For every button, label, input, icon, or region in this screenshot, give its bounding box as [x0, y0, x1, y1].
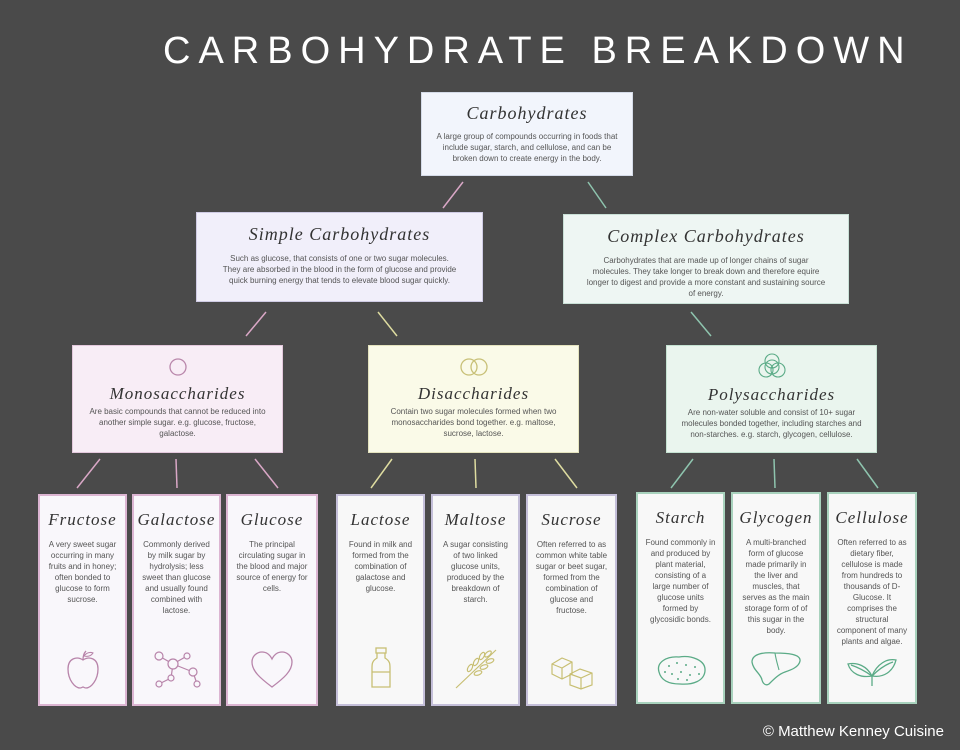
heart-icon	[251, 651, 293, 688]
connector-simple-di	[377, 311, 398, 337]
glycogen-desc: A multi-branched form of glucose made pr…	[742, 538, 810, 635]
connector-poly-cellulose	[856, 458, 879, 489]
connector-poly-glycogen	[773, 458, 776, 489]
starch-desc: Found commonly in and produced by plant …	[645, 538, 716, 624]
maltose-card: Maltose A sugar consisting of two linked…	[431, 494, 520, 706]
sucrose-title: Sucrose	[541, 510, 602, 529]
complex-carbohydrates-box: Complex Carbohydrates Carbohydrates that…	[563, 214, 849, 304]
connector-complex-poly	[690, 311, 712, 337]
connector-mono-fructose	[76, 458, 101, 489]
sugar-cubes-icon	[550, 657, 593, 690]
sucrose-desc: Often referred to as common white table …	[535, 540, 608, 615]
cellulose-title: Cellulose	[835, 508, 909, 527]
connector-root-simple	[442, 181, 464, 209]
carbohydrates-title: Carbohydrates	[466, 103, 588, 123]
connector-root-complex	[587, 181, 607, 209]
polysaccharides-desc: Are non-water soluble and consist of 10+…	[681, 408, 862, 439]
milk-bottle-icon	[370, 647, 391, 688]
double-circle-icon	[459, 358, 488, 376]
liver-icon	[751, 652, 801, 686]
connector-simple-mono	[245, 311, 267, 337]
simple-carbohydrates-desc: Such as glucose, that consists of one or…	[222, 254, 457, 285]
leaves-icon	[847, 658, 897, 686]
polysaccharides-box: Polysaccharides Are non-water soluble an…	[666, 345, 877, 453]
carbohydrates-desc: A large group of compounds occurring in …	[436, 132, 618, 163]
connector-di-lactose	[370, 458, 393, 489]
single-circle-icon	[168, 358, 187, 376]
complex-carbohydrates-desc: Carbohydrates that are made up of longer…	[586, 256, 826, 298]
connector-di-maltose	[474, 458, 477, 489]
connector-mono-glucose	[254, 458, 279, 489]
maltose-title: Maltose	[444, 510, 507, 529]
disaccharides-box: Disaccharides Contain two sugar molecule…	[368, 345, 579, 453]
galactose-desc: Commonly derived by milk sugar by hydrol…	[142, 540, 211, 615]
lactose-title: Lactose	[350, 510, 411, 529]
polysaccharides-title: Polysaccharides	[707, 385, 836, 404]
fructose-card: Fructose A very sweet sugar occurring in…	[38, 494, 127, 706]
lactose-desc: Found in milk and formed from the combin…	[348, 540, 413, 593]
disaccharides-title: Disaccharides	[417, 384, 530, 403]
apple-icon	[66, 650, 99, 689]
disaccharides-desc: Contain two sugar molecules formed when …	[390, 407, 557, 438]
complex-carbohydrates-title: Complex Carbohydrates	[607, 226, 805, 246]
monosaccharides-desc: Are basic compounds that cannot be reduc…	[89, 407, 266, 438]
starch-title: Starch	[655, 508, 706, 527]
maltose-desc: A sugar consisting of two linked glucose…	[443, 540, 508, 604]
sucrose-card: Sucrose Often referred to as common whit…	[526, 494, 617, 706]
glucose-title: Glucose	[240, 510, 304, 529]
copyright-text: © Matthew Kenney Cuisine	[762, 723, 944, 740]
glucose-card: Glucose The principal circulating sugar …	[226, 494, 318, 706]
monosaccharides-box: Monosaccharides Are basic compounds that…	[72, 345, 283, 453]
potato-icon	[657, 655, 706, 685]
monosaccharides-title: Monosaccharides	[109, 384, 246, 403]
galactose-card: Galactose Commonly derived by milk sugar…	[132, 494, 221, 706]
simple-carbohydrates-title: Simple Carbohydrates	[248, 224, 431, 244]
molecule-icon	[153, 651, 201, 688]
fructose-desc: A very sweet sugar occurring in many fru…	[48, 540, 117, 604]
carbohydrates-box: Carbohydrates A large group of compounds…	[421, 92, 633, 176]
simple-carbohydrates-box: Simple Carbohydrates Such as glucose, th…	[196, 212, 483, 302]
connector-di-sucrose	[554, 458, 578, 489]
glycogen-title: Glycogen	[739, 508, 813, 527]
wheat-icon	[455, 649, 496, 689]
cellulose-card: Cellulose Often referred to as dietary f…	[827, 492, 917, 704]
glycogen-card: Glycogen A multi-branched form of glucos…	[731, 492, 821, 704]
multi-circle-icon	[757, 353, 786, 378]
connector-mono-galactose	[175, 458, 178, 489]
cellulose-desc: Often referred to as dietary fiber, cell…	[836, 538, 908, 646]
glucose-desc: The principal circulating sugar in the b…	[236, 540, 308, 593]
galactose-title: Galactose	[137, 510, 216, 529]
starch-card: Starch Found commonly in and produced by…	[636, 492, 725, 704]
connector-poly-starch	[670, 458, 694, 489]
fructose-title: Fructose	[48, 510, 117, 529]
lactose-card: Lactose Found in milk and formed from th…	[336, 494, 425, 706]
